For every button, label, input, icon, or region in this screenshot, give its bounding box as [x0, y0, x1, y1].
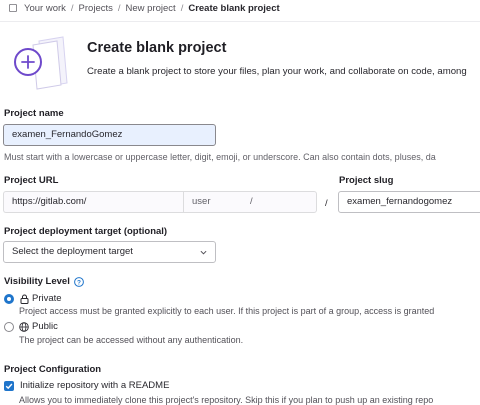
- project-url-prefix: https://gitlab.com/: [3, 191, 183, 213]
- breadcrumb-current: Create blank project: [188, 2, 280, 14]
- project-slug-input[interactable]: examen_fernandogomez: [338, 191, 480, 213]
- home-icon: [9, 4, 17, 12]
- readme-help: Allows you to immediately clone this pro…: [19, 395, 434, 405]
- deployment-target-label: Project deployment target (optional): [4, 226, 168, 237]
- question-circle-icon[interactable]: ?: [73, 276, 84, 287]
- project-name-help: Must start with a lowercase or uppercase…: [4, 152, 436, 162]
- url-slug-separator: /: [325, 198, 328, 209]
- svg-text:?: ?: [77, 279, 81, 286]
- breadcrumb-separator: /: [70, 2, 74, 14]
- breadcrumb-separator: /: [117, 2, 121, 14]
- breadcrumb-separator: /: [180, 2, 184, 14]
- visibility-private-label: Private: [32, 293, 62, 304]
- readme-checkbox[interactable]: [4, 380, 14, 391]
- visibility-public-option[interactable]: Public: [4, 321, 58, 332]
- breadcrumb-your-work[interactable]: Your work: [24, 3, 66, 14]
- visibility-level-label: Visibility Level: [4, 276, 70, 287]
- breadcrumb: Your work / Projects / New project / Cre…: [0, 0, 480, 16]
- project-name-input[interactable]: examen_FernandoGomez: [3, 124, 216, 146]
- lock-icon: [20, 294, 29, 304]
- project-slug-label: Project slug: [339, 175, 394, 186]
- visibility-public-radio[interactable]: [4, 321, 14, 332]
- deployment-target-select[interactable]: Select the deployment target: [3, 241, 216, 263]
- visibility-private-description: Project access must be granted explicitl…: [19, 306, 435, 316]
- visibility-level-heading: Visibility Level ?: [4, 276, 84, 287]
- project-namespace-text: user: [192, 196, 211, 207]
- project-configuration-label: Project Configuration: [4, 364, 102, 375]
- readme-option[interactable]: Initialize repository with a README: [4, 380, 169, 391]
- deployment-target-value: Select the deployment target: [12, 246, 133, 257]
- visibility-public-description: The project can be accessed without any …: [19, 335, 244, 345]
- project-name-label: Project name: [4, 108, 64, 119]
- check-icon: [5, 383, 13, 389]
- breadcrumb-new-project[interactable]: New project: [126, 3, 176, 14]
- page-title: Create blank project: [87, 40, 227, 56]
- project-namespace-select[interactable]: user /: [183, 191, 317, 213]
- chevron-down-icon: [200, 250, 207, 255]
- project-url-label: Project URL: [4, 175, 59, 186]
- visibility-private-radio[interactable]: [4, 293, 14, 304]
- readme-label: Initialize repository with a README: [20, 380, 170, 391]
- breadcrumb-projects[interactable]: Projects: [79, 3, 113, 14]
- plus-circle-icon: [14, 36, 68, 90]
- breadcrumb-divider: [0, 21, 480, 22]
- project-namespace-slash: /: [250, 196, 253, 207]
- visibility-public-label: Public: [32, 321, 58, 332]
- page-subtitle: Create a blank project to store your fil…: [87, 66, 467, 77]
- earth-icon: [19, 321, 29, 332]
- project-url-prefix-text: https://gitlab.com/: [12, 196, 87, 207]
- visibility-private-option[interactable]: Private: [4, 293, 62, 304]
